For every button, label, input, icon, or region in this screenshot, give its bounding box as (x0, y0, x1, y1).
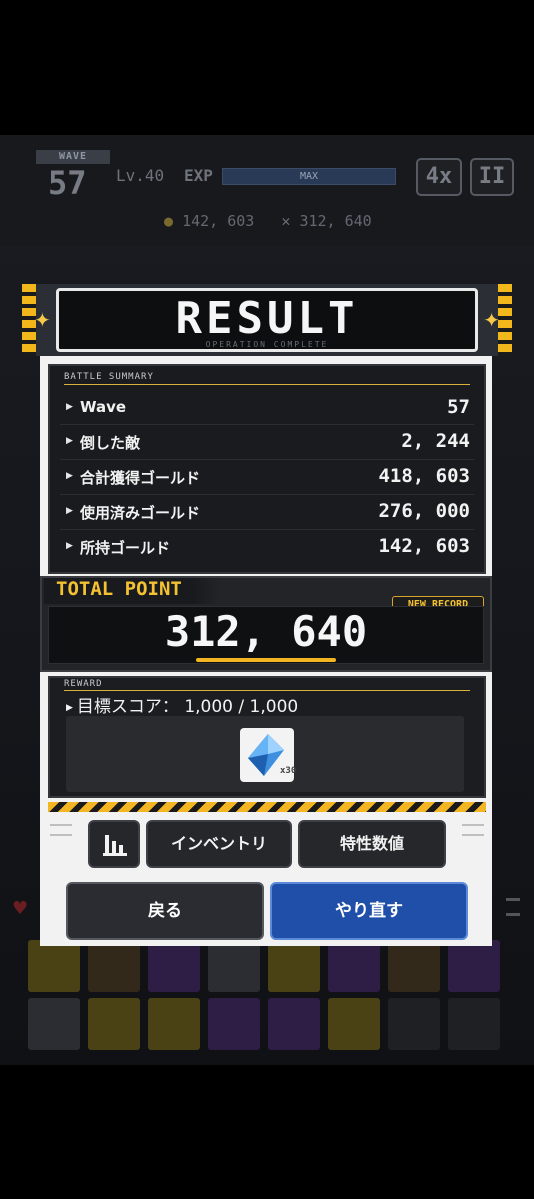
reward-label: REWARD (64, 679, 103, 689)
exp-bar: MAX (222, 168, 396, 185)
result-title-plate: RESULT OPERATION COMPLETE (56, 288, 478, 352)
sparkle-icon: ✦ (483, 308, 500, 332)
total-point-value: 312, 640 (164, 607, 368, 656)
unit-slot[interactable] (208, 940, 260, 992)
unit-slot[interactable] (28, 940, 80, 992)
reward-quantity: x30 (280, 766, 297, 776)
summary-row-wave: ▶ Wave 57 (64, 394, 470, 424)
unit-slot[interactable] (448, 998, 500, 1050)
summary-row-value: 276, 000 (378, 500, 470, 522)
result-header: ✦ ✦ RESULT OPERATION COMPLETE (22, 284, 512, 356)
unit-slot[interactable] (268, 998, 320, 1050)
menu-icon[interactable] (506, 898, 520, 916)
summary-row-label: 倒した敵 (80, 434, 141, 452)
score-icon: ✕ (281, 212, 291, 230)
goal-score: ▶ 目標スコア： 1,000 / 1,000 (66, 692, 298, 717)
result-title: RESULT (175, 293, 359, 344)
pause-button[interactable]: II (470, 158, 514, 196)
bullet-icon: ▶ (66, 436, 73, 446)
summary-row-label: 合計獲得ゴールド (80, 469, 201, 487)
wave-indicator: WAVE 57 (36, 150, 110, 202)
unit-grid (28, 936, 508, 1056)
row-divider (60, 424, 474, 425)
summary-row-label: Wave (80, 398, 127, 416)
unit-slot[interactable] (328, 940, 380, 992)
vent-icon (462, 824, 484, 836)
wave-number: 57 (48, 164, 87, 202)
total-point-label: TOTAL POINT (56, 578, 182, 600)
summary-row-value: 2, 244 (401, 430, 470, 452)
unit-slot[interactable] (148, 940, 200, 992)
bullet-icon: ▶ (66, 541, 73, 551)
player-level: Lv.40 (116, 166, 165, 185)
wave-label: WAVE (36, 150, 110, 164)
unit-slot[interactable] (88, 940, 140, 992)
unit-slot[interactable] (148, 998, 200, 1050)
traits-button[interactable]: 特性数値 (298, 820, 446, 868)
row-divider (60, 529, 474, 530)
row-divider (60, 459, 474, 460)
unit-slot[interactable] (208, 998, 260, 1050)
section-divider (64, 384, 470, 385)
goal-score-text: 目標スコア： 1,000 / 1,000 (76, 697, 299, 717)
gold-amount: 142, 603 (182, 212, 255, 230)
summary-row-held-gold: ▶ 所持ゴールド 142, 603 (64, 533, 470, 563)
hazard-cap-right (498, 284, 512, 356)
bullet-icon: ▶ (66, 506, 73, 516)
coin-icon: ● (164, 212, 174, 230)
summary-row-label: 所持ゴールド (80, 539, 171, 557)
result-subtitle: OPERATION COMPLETE (205, 340, 329, 349)
exp-status: MAX (299, 171, 319, 182)
stats-button[interactable] (88, 820, 140, 868)
unit-slot[interactable] (88, 998, 140, 1050)
bullet-icon: ▶ (66, 703, 73, 713)
summary-row-enemies: ▶ 倒した敵 2, 244 (64, 428, 470, 458)
battle-summary-label: BATTLE SUMMARY (64, 372, 154, 382)
inventory-button[interactable]: インベントリ (146, 820, 292, 868)
summary-row-label: 使用済みゴールド (80, 504, 201, 522)
summary-row-spent-gold: ▶ 使用済みゴールド 276, 000 (64, 498, 470, 528)
row-divider (60, 494, 474, 495)
currency-bar: ● 142, 603 ✕ 312, 640 (164, 212, 372, 230)
bullet-icon: ▶ (66, 402, 73, 412)
speed-button[interactable]: 4x (416, 158, 462, 196)
unit-slot[interactable] (28, 998, 80, 1050)
unit-slot[interactable] (448, 940, 500, 992)
unit-slot[interactable] (268, 940, 320, 992)
unit-slot[interactable] (328, 998, 380, 1050)
summary-row-value: 418, 603 (378, 465, 470, 487)
sparkle-icon: ✦ (34, 308, 51, 332)
exp-label: EXP (184, 166, 213, 185)
section-divider (64, 690, 470, 691)
back-button[interactable]: 戻る (66, 882, 264, 940)
unit-slot[interactable] (388, 998, 440, 1050)
heart-icon: ♥ (12, 898, 29, 919)
bar-chart-icon (103, 835, 127, 856)
summary-row-total-gold: ▶ 合計獲得ゴールド 418, 603 (64, 463, 470, 493)
total-point-underline (196, 658, 336, 662)
vent-icon (50, 824, 72, 836)
hazard-stripe (48, 802, 486, 812)
summary-row-value: 142, 603 (378, 535, 470, 557)
retry-button[interactable]: やり直す (270, 882, 468, 940)
summary-row-value: 57 (447, 396, 470, 418)
score-amount: 312, 640 (299, 212, 372, 230)
unit-slot[interactable] (388, 940, 440, 992)
bullet-icon: ▶ (66, 471, 73, 481)
